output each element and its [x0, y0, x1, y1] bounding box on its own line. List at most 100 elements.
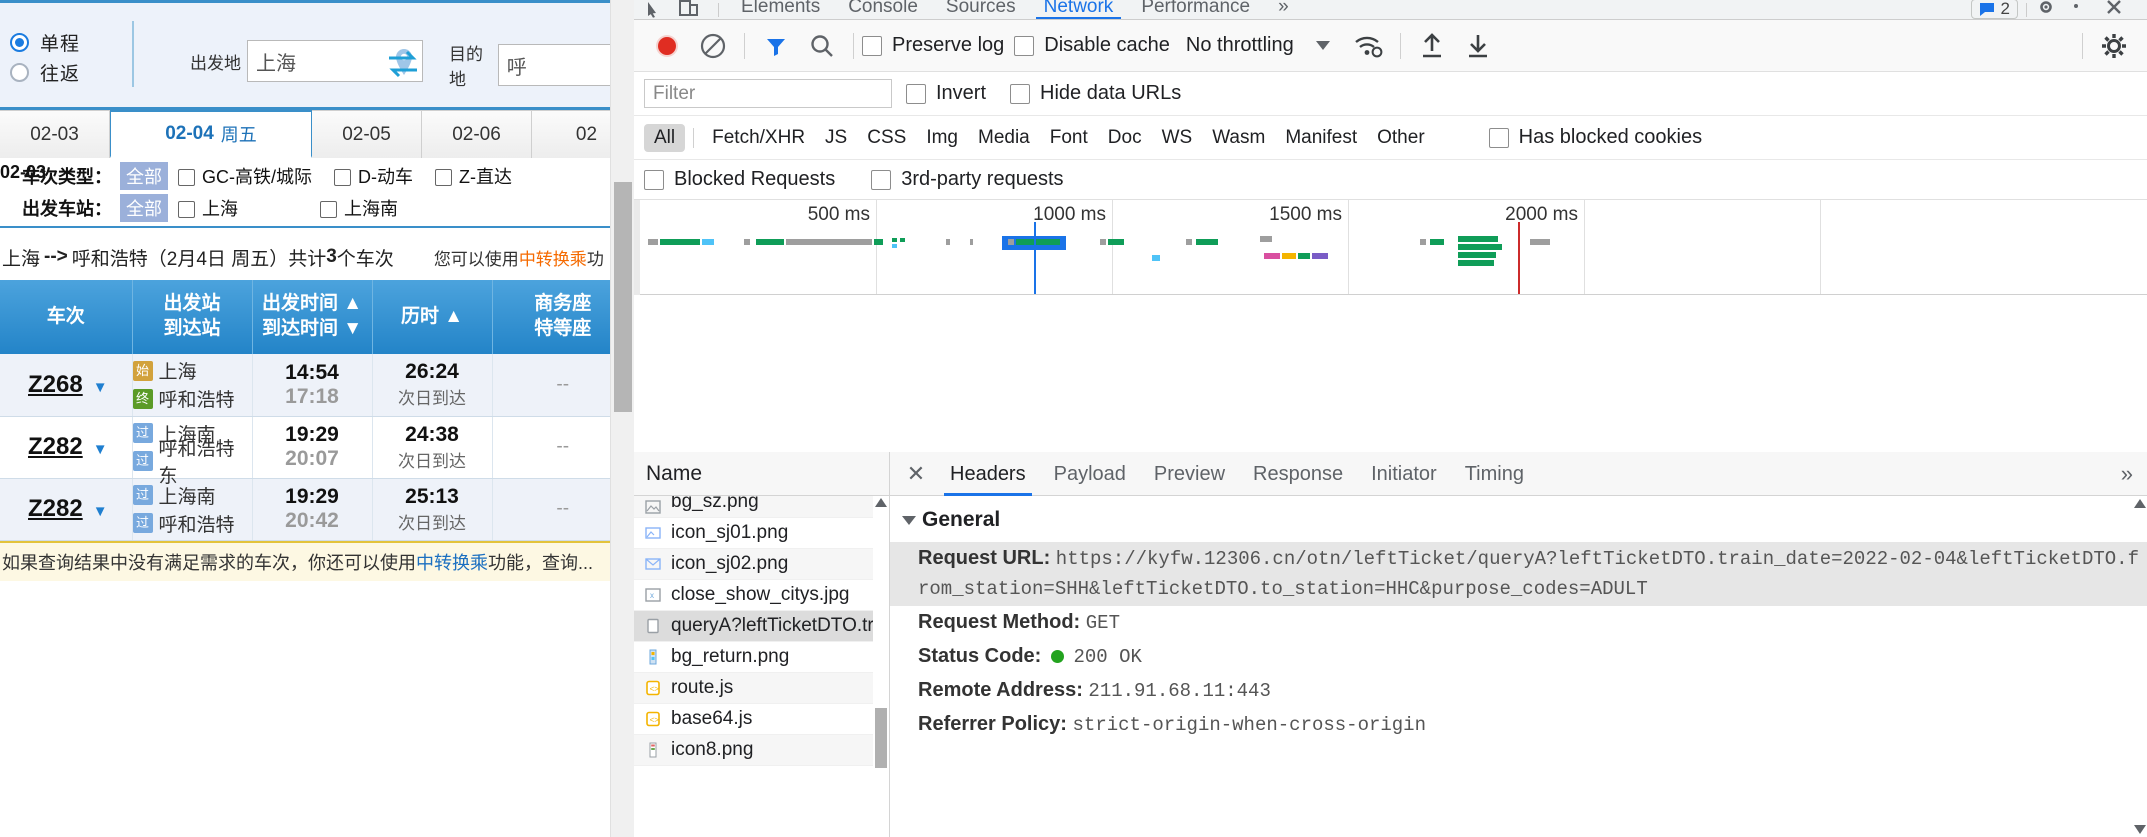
network-settings-gear-icon[interactable] [2091, 20, 2137, 72]
type-chip-fetch-xhr[interactable]: Fetch/XHR [702, 124, 815, 152]
transfer-notice-link[interactable]: 中转换乘 [416, 549, 488, 575]
devtools-more-options-icon[interactable] [2069, 0, 2103, 19]
trip-option-one-way[interactable]: 单程 [10, 27, 125, 57]
filter-opt-d[interactable]: D-动车 [334, 163, 413, 189]
filter-train-type-all[interactable]: 全部 [120, 162, 168, 190]
filter-opt-z[interactable]: Z-直达 [435, 163, 512, 189]
detail-tab-response[interactable]: Response [1239, 452, 1357, 496]
disable-cache-checkbox[interactable]: Disable cache [1014, 34, 1170, 57]
tab-console[interactable]: Console [834, 0, 932, 19]
train-number-link[interactable]: Z282 [0, 495, 83, 522]
tab-sources[interactable]: Sources [932, 0, 1030, 19]
cell-train-no[interactable]: Z268 ▼ [0, 354, 133, 417]
third-party-requests-checkbox[interactable]: 3rd-party requests [871, 168, 1064, 191]
col-times[interactable]: 出发时间 ▲ 到达时间 ▼ [252, 280, 373, 354]
checkbox-gc-icon[interactable] [178, 169, 195, 186]
general-section-header[interactable]: General [890, 496, 2147, 542]
invert-checkbox-icon[interactable] [906, 83, 926, 104]
preserve-log-checkbox-icon[interactable] [862, 35, 882, 56]
third-party-requests-checkbox-icon[interactable] [871, 169, 892, 190]
page-scrollbar[interactable] [610, 0, 634, 837]
blocked-requests-checkbox-icon[interactable] [644, 169, 664, 190]
list-item[interactable]: <> route.js [634, 673, 889, 704]
transfer-hint-link[interactable]: 中转换乘 [519, 250, 587, 269]
trip-option-round-trip[interactable]: 往返 [10, 57, 125, 87]
inspect-element-icon[interactable] [642, 0, 676, 19]
type-chip-img[interactable]: Img [916, 124, 968, 152]
list-item[interactable]: bg_return.png [634, 642, 889, 673]
filter-departure-station-all[interactable]: 全部 [120, 194, 168, 222]
import-har-icon[interactable] [1409, 20, 1455, 72]
list-item[interactable]: icon_sj02.png [634, 549, 889, 580]
type-chip-manifest[interactable]: Manifest [1275, 124, 1367, 152]
detail-tab-initiator[interactable]: Initiator [1357, 452, 1451, 496]
tab-elements[interactable]: Elements [727, 0, 834, 19]
date-tab-0[interactable]: 02-03 [0, 110, 110, 158]
export-har-icon[interactable] [1455, 20, 1501, 72]
record-button[interactable] [644, 20, 690, 72]
network-overview-timeline[interactable]: 500 ms 1000 ms 1500 ms 2000 ms [634, 200, 2147, 295]
hide-data-urls-checkbox[interactable]: Hide data URLs [1010, 82, 1181, 105]
device-toolbar-icon[interactable] [676, 0, 710, 19]
expand-caret-icon[interactable]: ▼ [93, 379, 108, 396]
clear-button[interactable] [690, 20, 736, 72]
col-stations[interactable]: 出发站 到达站 [132, 280, 253, 354]
date-tab-1[interactable]: 02-04 周五 [110, 110, 312, 158]
col-train-no[interactable]: 车次 [0, 280, 133, 354]
list-item[interactable]: bg_sz.png [634, 496, 889, 518]
search-icon[interactable] [799, 20, 845, 72]
detail-more-tabs-icon[interactable]: » [2107, 461, 2147, 487]
date-tab-2[interactable]: 02-05 [312, 110, 422, 158]
list-item[interactable]: x close_show_citys.jpg [634, 580, 889, 611]
checkbox-z-icon[interactable] [435, 169, 452, 186]
date-tab-3[interactable]: 02-06 [422, 110, 532, 158]
list-item[interactable]: queryA?leftTicketDTO.tr [634, 611, 889, 642]
detail-scroll-up-icon[interactable] [2134, 499, 2146, 508]
devtools-close-icon[interactable] [2103, 0, 2137, 19]
issues-badge[interactable]: 2 [1970, 0, 2018, 19]
has-blocked-cookies-checkbox-icon[interactable] [1488, 127, 1509, 148]
collapse-triangle-icon[interactable] [902, 515, 916, 525]
list-item[interactable]: icon8.png [634, 735, 889, 766]
table-row[interactable]: Z282 ▼ 过上海南 过呼和浩特东 19:29 20:07 24:38 次日到达… [0, 416, 634, 487]
filter-input[interactable]: Filter [644, 79, 892, 108]
list-item[interactable]: icon_sj01.png [634, 518, 889, 549]
hide-data-urls-checkbox-icon[interactable] [1010, 83, 1031, 104]
expand-caret-icon[interactable]: ▼ [93, 441, 108, 458]
type-chip-wasm[interactable]: Wasm [1202, 124, 1275, 152]
throttling-chevron-down-icon[interactable] [1315, 41, 1330, 50]
list-item[interactable]: <> base64.js [634, 704, 889, 735]
preserve-log-checkbox[interactable]: Preserve log [862, 34, 1004, 57]
detail-tab-headers[interactable]: Headers [936, 452, 1040, 496]
filter-opt-shanghai[interactable]: 上海 [178, 195, 298, 221]
throttling-select[interactable]: No throttling [1186, 34, 1294, 57]
request-list-scrollbar-thumb[interactable] [875, 708, 887, 768]
cell-train-no[interactable]: Z282 ▼ [0, 478, 133, 541]
detail-scrollbar[interactable] [2133, 496, 2147, 837]
table-row[interactable]: Z268 ▼ 始上海 终呼和浩特 14:54 17:18 26:24 次日到达 -… [0, 354, 634, 417]
network-conditions-wifi-icon[interactable] [1346, 20, 1392, 72]
has-blocked-cookies-checkbox[interactable]: Has blocked cookies [1488, 126, 1702, 149]
cell-train-no[interactable]: Z282 ▼ [0, 416, 133, 479]
filter-opt-gc[interactable]: GC-高铁/城际 [178, 163, 312, 189]
radio-one-way-icon[interactable] [10, 32, 29, 52]
type-chip-all[interactable]: All [644, 123, 686, 152]
blocked-requests-checkbox[interactable]: Blocked Requests [644, 168, 835, 191]
type-chip-doc[interactable]: Doc [1098, 124, 1152, 152]
page-scrollbar-thumb[interactable] [614, 182, 632, 412]
detail-tab-timing[interactable]: Timing [1451, 452, 1538, 496]
filter-opt-shanghai-south[interactable]: 上海南 [320, 195, 398, 221]
type-chip-font[interactable]: Font [1040, 124, 1098, 152]
type-chip-media[interactable]: Media [968, 124, 1040, 152]
type-chip-other[interactable]: Other [1367, 124, 1435, 152]
table-row[interactable]: Z282 ▼ 过上海南 过呼和浩特 19:29 20:42 25:13 次日到达 … [0, 478, 634, 541]
detail-tab-payload[interactable]: Payload [1040, 452, 1140, 496]
type-chip-css[interactable]: CSS [857, 124, 916, 152]
detail-scroll-down-icon[interactable] [2134, 825, 2146, 834]
type-chip-ws[interactable]: WS [1152, 124, 1203, 152]
tab-performance[interactable]: Performance [1127, 0, 1264, 19]
checkbox-shanghai-south-icon[interactable] [320, 201, 337, 218]
request-list-header[interactable]: Name [634, 452, 889, 496]
col-duration[interactable]: 历时 ▲ [372, 280, 493, 354]
radio-round-trip-icon[interactable] [10, 62, 29, 82]
